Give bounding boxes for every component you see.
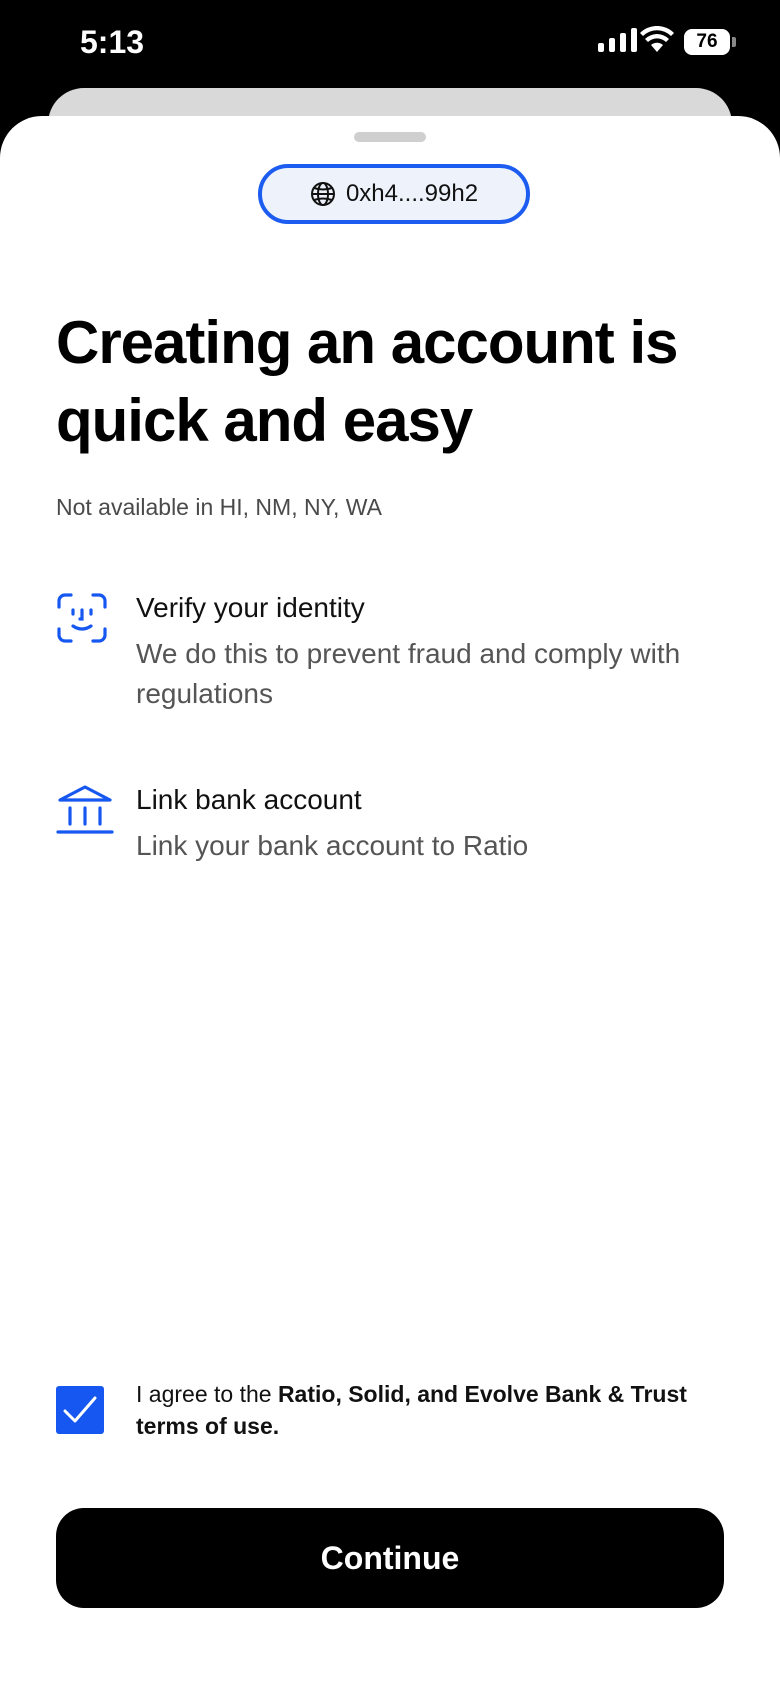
battery-cap — [732, 37, 736, 47]
bottom-sheet: 0xh4....99h2 Creating an account is quic… — [0, 116, 780, 1688]
availability-note: Not available in HI, NM, NY, WA — [56, 494, 382, 520]
status-bar: 5:13 76 — [0, 0, 780, 88]
terms-checkbox[interactable] — [56, 1386, 104, 1434]
face-id-icon — [57, 593, 107, 643]
bank-icon — [56, 785, 114, 834]
feature-description: Link your bank account to Ratio — [136, 830, 529, 861]
battery-icon: 76 — [684, 29, 730, 55]
wallet-address-pill[interactable]: 0xh4....99h2 — [258, 164, 530, 224]
checkmark-icon — [63, 1396, 97, 1423]
wallet-address-text: 0xh4....99h2 — [345, 180, 479, 207]
globe-icon — [310, 182, 335, 206]
status-time: 5:13 — [80, 24, 145, 60]
terms-text: I agree to the Ratio, Solid, and Evolve … — [136, 1378, 736, 1442]
feature-title: Verify your identity — [136, 592, 365, 623]
continue-button[interactable]: Continue — [56, 1508, 724, 1608]
feature-title: Link bank account — [136, 784, 362, 815]
page-title: Creating an account is quick and easy — [56, 309, 678, 454]
feature-description: We do this to prevent fraud and comply w… — [136, 638, 681, 709]
terms-prefix: I agree to the — [136, 1381, 278, 1407]
signal-icon — [598, 28, 637, 52]
wifi-icon — [640, 26, 674, 52]
sheet-drag-handle[interactable] — [354, 132, 426, 142]
